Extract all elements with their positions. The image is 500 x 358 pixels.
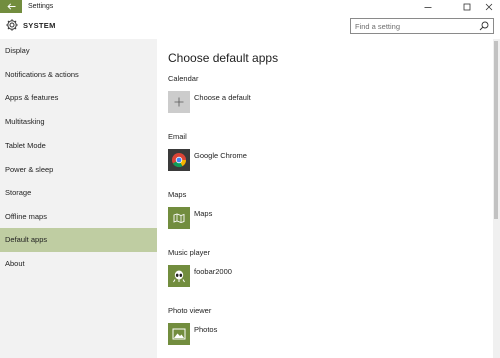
calendar-label: Calendar [168, 74, 199, 83]
section-heading: SYSTEM [23, 21, 56, 30]
settings-header: SYSTEM [0, 13, 500, 39]
sidebar-item-tablet-mode[interactable]: Tablet Mode [0, 134, 157, 158]
photos-app-name: Photos [194, 325, 218, 334]
window-title: Settings [28, 3, 54, 10]
search-icon[interactable] [479, 21, 489, 31]
maps-icon [168, 207, 190, 229]
calendar-default-app-button[interactable]: Choose a default [168, 91, 348, 113]
photos-default-app-button[interactable]: Photos [168, 323, 348, 345]
sidebar-item-about[interactable]: About [0, 252, 157, 276]
maximize-button[interactable] [457, 0, 477, 13]
foobar-icon [168, 265, 190, 287]
page-title: Choose default apps [168, 51, 279, 65]
main-content: Choose default apps Calendar Choose a de… [157, 39, 500, 358]
sidebar-item-storage[interactable]: Storage [0, 181, 157, 205]
calendar-app-name: Choose a default [194, 93, 251, 102]
maps-default-app-button[interactable]: Maps [168, 207, 348, 229]
title-bar: Settings [0, 0, 500, 13]
email-app-name: Google Chrome [194, 151, 247, 160]
email-default-app-button[interactable]: Google Chrome [168, 149, 348, 171]
sidebar-item-default-apps[interactable]: Default apps [0, 228, 157, 252]
sidebar-item-power-sleep[interactable]: Power & sleep [0, 158, 157, 182]
music-app-name: foobar2000 [194, 267, 232, 276]
close-icon [485, 3, 493, 10]
music-default-app-button[interactable]: foobar2000 [168, 265, 348, 287]
back-arrow-icon [6, 3, 15, 10]
music-player-label: Music player [168, 248, 211, 257]
photo-viewer-label: Photo viewer [168, 306, 212, 315]
maps-app-name: Maps [194, 209, 213, 218]
photos-icon [168, 323, 190, 345]
sidebar-item-multitasking[interactable]: Multitasking [0, 110, 157, 134]
minimize-icon [424, 6, 432, 8]
sidebar-nav: Display Notifications & actions Apps & f… [0, 39, 157, 358]
search-input[interactable] [355, 20, 473, 32]
sidebar-item-display[interactable]: Display [0, 39, 157, 63]
back-button[interactable] [0, 0, 22, 13]
close-button[interactable] [479, 0, 499, 13]
maps-label: Maps [168, 190, 187, 199]
search-box[interactable] [350, 18, 494, 34]
scrollbar-thumb[interactable] [494, 41, 498, 219]
email-label: Email [168, 132, 187, 141]
maximize-icon [463, 3, 471, 10]
minimize-button[interactable] [418, 0, 438, 13]
sidebar-item-offline-maps[interactable]: Offline maps [0, 205, 157, 229]
sidebar-item-notifications[interactable]: Notifications & actions [0, 63, 157, 87]
content-scrollbar[interactable] [493, 39, 500, 358]
chrome-icon [168, 149, 190, 171]
sidebar-item-apps-features[interactable]: Apps & features [0, 86, 157, 110]
plus-icon [168, 91, 190, 113]
gear-icon [6, 19, 18, 31]
